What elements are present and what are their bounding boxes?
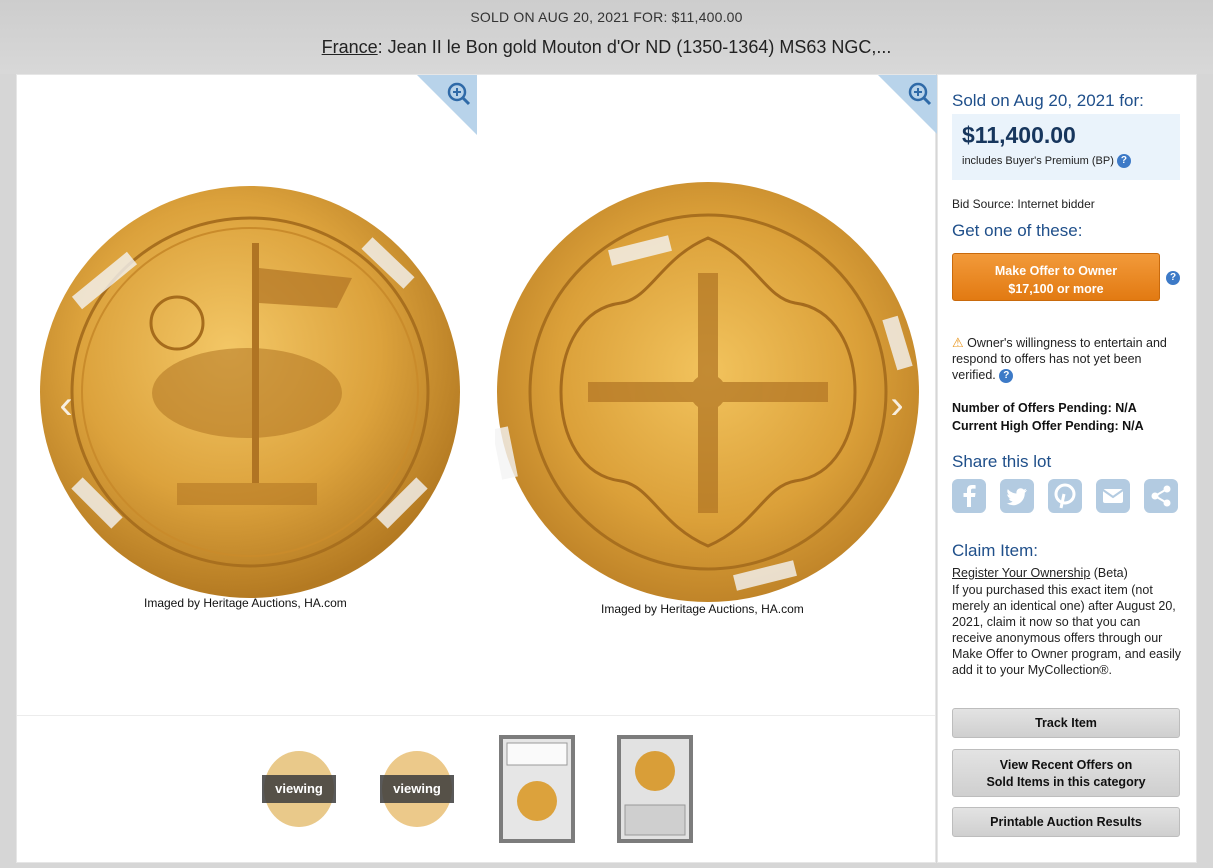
make-offer-button[interactable]: Make Offer to Owner $17,100 or more bbox=[952, 253, 1160, 301]
image-credit: Imaged by Heritage Auctions, HA.com bbox=[144, 596, 347, 610]
help-icon[interactable]: ? bbox=[1116, 154, 1131, 168]
viewing-label: viewing bbox=[380, 775, 454, 803]
image-credit: Imaged by Heritage Auctions, HA.com bbox=[601, 602, 804, 616]
bid-source: Bid Source: Internet bidder bbox=[952, 197, 1095, 211]
get-one-heading: Get one of these: bbox=[952, 221, 1083, 240]
obverse-coin-image[interactable] bbox=[37, 183, 463, 601]
reverse-image-panel: › Imaged by Heritage Auctions, HA.com bbox=[477, 75, 938, 715]
claim-description: If you purchased this exact item (not me… bbox=[952, 583, 1182, 677]
make-offer-label: Make Offer to Owner bbox=[994, 264, 1118, 278]
lot-title: France: Jean II le Bon gold Mouton d'Or … bbox=[0, 37, 1213, 58]
offers-pending: Number of Offers Pending: N/A Current Hi… bbox=[952, 399, 1144, 435]
category-link[interactable]: France bbox=[322, 37, 378, 57]
facebook-icon[interactable] bbox=[952, 479, 986, 513]
warning-icon: ⚠ bbox=[952, 335, 964, 350]
thumbnail-slab-back[interactable] bbox=[617, 735, 693, 843]
claim-link-line: Register Your Ownership (Beta) bbox=[952, 566, 1128, 580]
register-ownership-link[interactable]: Register Your Ownership bbox=[952, 566, 1090, 580]
lot-title-text: : Jean II le Bon gold Mouton d'Or ND (13… bbox=[377, 37, 892, 57]
zoom-obverse-button[interactable] bbox=[417, 75, 477, 135]
price-box: $11,400.00 includes Buyer's Premium (BP)… bbox=[952, 114, 1180, 180]
pinterest-icon[interactable] bbox=[1048, 479, 1082, 513]
email-icon[interactable] bbox=[1096, 479, 1130, 513]
beta-label: (Beta) bbox=[1090, 566, 1128, 580]
claim-heading: Claim Item: bbox=[952, 541, 1038, 560]
buyers-premium-note: includes Buyer's Premium (BP) ? bbox=[962, 154, 1131, 168]
view-recent-offers-button[interactable]: View Recent Offers on Sold Items in this… bbox=[952, 749, 1180, 797]
thumbnail-slab-front[interactable] bbox=[499, 735, 575, 843]
share-buttons bbox=[952, 479, 1182, 515]
recent-offers-line1: View Recent Offers on bbox=[999, 758, 1133, 772]
divider bbox=[17, 715, 935, 716]
zoom-reverse-button[interactable] bbox=[878, 75, 938, 135]
share-heading: Share this lot bbox=[952, 452, 1052, 471]
image-viewer: ‹ Imaged by Heritage Auctions, HA.com › … bbox=[16, 74, 938, 863]
share-icon[interactable] bbox=[1144, 479, 1178, 513]
reverse-coin-image[interactable] bbox=[495, 178, 921, 606]
offers-pending-count: Number of Offers Pending: N/A bbox=[952, 401, 1137, 415]
bp-text: includes Buyer's Premium (BP) bbox=[962, 154, 1114, 167]
sold-price: $11,400.00 bbox=[962, 122, 1076, 148]
printable-results-button[interactable]: Printable Auction Results bbox=[952, 807, 1180, 837]
thumbnail-reverse[interactable]: viewing bbox=[380, 735, 456, 843]
lot-sidebar: Sold on Aug 20, 2021 for: $11,400.00 inc… bbox=[937, 74, 1197, 863]
thumbnail-obverse[interactable]: viewing bbox=[262, 735, 338, 843]
sold-summary: SOLD ON AUG 20, 2021 FOR: $11,400.00 bbox=[470, 9, 743, 25]
top-bar: SOLD ON AUG 20, 2021 FOR: $11,400.00 Fra… bbox=[0, 0, 1213, 74]
prev-image-arrow[interactable]: ‹ bbox=[51, 380, 81, 430]
next-image-arrow[interactable]: › bbox=[882, 380, 912, 430]
warning-text: Owner's willingness to entertain and res… bbox=[952, 336, 1167, 382]
viewing-label: viewing bbox=[262, 775, 336, 803]
owner-warning: ⚠ Owner's willingness to entertain and r… bbox=[952, 335, 1182, 383]
help-icon[interactable]: ? bbox=[1166, 271, 1180, 285]
recent-offers-line2: Sold Items in this category bbox=[986, 775, 1146, 789]
thumbnail-strip: viewing viewing bbox=[17, 735, 935, 845]
track-item-button[interactable]: Track Item bbox=[952, 708, 1180, 738]
twitter-icon[interactable] bbox=[1000, 479, 1034, 513]
make-offer-amount: $17,100 or more bbox=[1008, 282, 1104, 296]
obverse-image-panel: ‹ Imaged by Heritage Auctions, HA.com bbox=[17, 75, 477, 715]
help-icon[interactable]: ? bbox=[999, 368, 1014, 383]
sold-label: Sold on Aug 20, 2021 for: bbox=[952, 91, 1144, 110]
high-offer-pending: Current High Offer Pending: N/A bbox=[952, 419, 1144, 433]
